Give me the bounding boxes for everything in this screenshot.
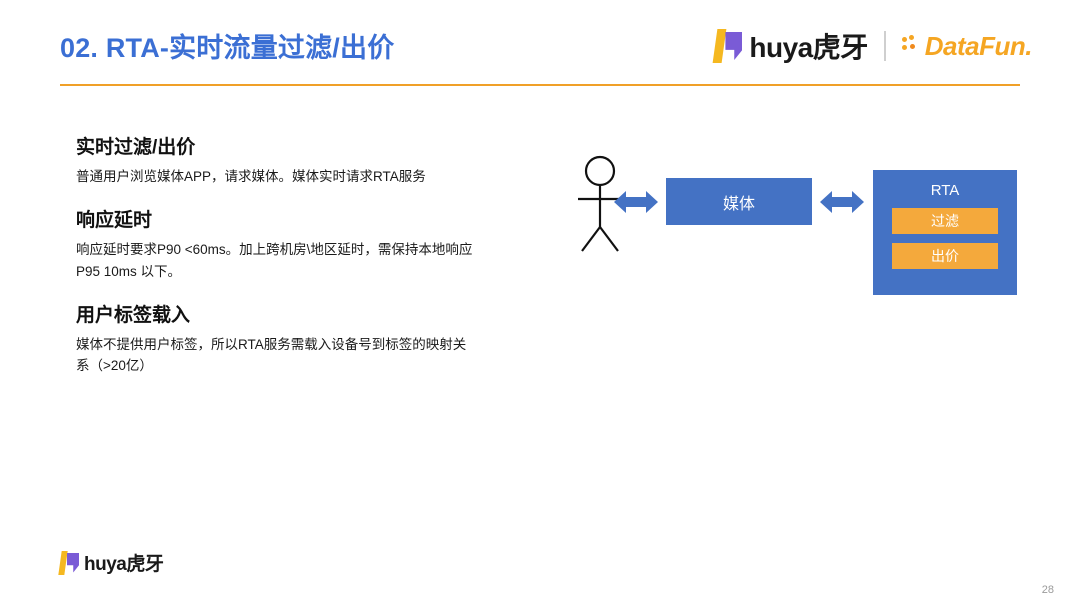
huya-logo-text: huya虎牙 bbox=[749, 32, 868, 63]
section-title: 响应延时 bbox=[76, 210, 153, 232]
page-title: 02. RTA-实时流量过滤/出价 bbox=[60, 33, 395, 63]
section-body: 响应延时要求P90 <60ms。加上跨机房\地区延时，需保持本地响应 P95 1… bbox=[76, 241, 473, 279]
datafun-dots-icon bbox=[901, 35, 920, 57]
section-realtime-filter: 实时过滤/出价 普通用户浏览媒体APP，请求媒体。媒体实时请求RTA服务 bbox=[76, 136, 476, 187]
rta-item-filter: 过滤 bbox=[892, 208, 998, 234]
datafun-logo-text: DataFun. bbox=[924, 30, 1033, 61]
media-node-label: 媒体 bbox=[722, 195, 755, 213]
huya-mark-icon bbox=[713, 29, 743, 63]
section-title: 实时过滤/出价 bbox=[76, 137, 196, 158]
section-body: 普通用户浏览媒体APP，请求媒体。媒体实时请求RTA服务 bbox=[76, 168, 426, 184]
huya-logo: huya虎牙 bbox=[713, 26, 868, 66]
section-body: 媒体不提供用户标签，所以RTA服务需载入设备号到标签的映射关系（>20亿） bbox=[76, 336, 467, 374]
page-number: 28 bbox=[1041, 584, 1054, 596]
flow-diagram: 媒体 RTA 过滤 出价 bbox=[540, 150, 1040, 330]
arrow-media-rta-icon bbox=[820, 191, 864, 213]
arrow-user-media-icon bbox=[614, 191, 658, 213]
section-title: 用户标签载入 bbox=[76, 305, 191, 327]
huya-mark-icon bbox=[58, 550, 79, 575]
media-node: 媒体 bbox=[666, 178, 812, 225]
section-user-tag-loading: 用户标签载入 媒体不提供用户标签，所以RTA服务需载入设备号到标签的映射关系（>… bbox=[76, 304, 476, 377]
header-divider bbox=[60, 84, 1020, 86]
rta-item-bid-label: 出价 bbox=[931, 248, 959, 264]
section-response-latency: 响应延时 响应延时要求P90 <60ms。加上跨机房\地区延时，需保持本地响应 … bbox=[76, 209, 476, 282]
brand-logo-group: huya虎牙 DataFun. bbox=[713, 26, 1033, 66]
content-column: 实时过滤/出价 普通用户浏览媒体APP，请求媒体。媒体实时请求RTA服务 响应延… bbox=[76, 136, 476, 399]
datafun-logo: DataFun. bbox=[901, 30, 1033, 62]
rta-node-label: RTA bbox=[930, 182, 960, 199]
rta-node: RTA 过滤 出价 bbox=[873, 170, 1017, 295]
logo-divider bbox=[883, 31, 886, 61]
footer-logo-text: huya虎牙 bbox=[84, 554, 164, 575]
rta-item-bid: 出价 bbox=[892, 243, 998, 269]
rta-item-filter-label: 过滤 bbox=[931, 213, 959, 229]
footer-huya-logo: huya虎牙 bbox=[58, 549, 164, 576]
